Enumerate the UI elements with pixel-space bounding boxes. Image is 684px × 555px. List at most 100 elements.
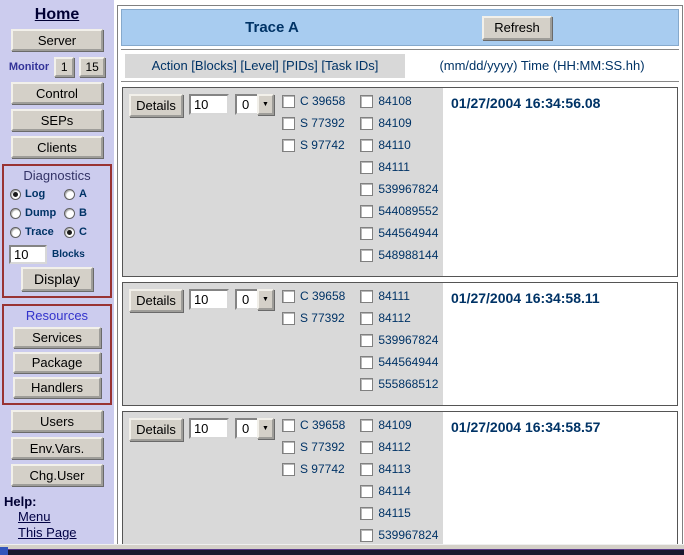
radio-icon[interactable] [10,227,21,238]
level-select[interactable]: 0 ▼ [235,418,274,439]
checkbox-item[interactable]: 84111 [360,160,443,174]
details-button[interactable]: Details [129,94,183,117]
blocks-count-input[interactable] [9,245,47,264]
home-link[interactable]: Home [35,6,79,24]
checkbox[interactable] [282,95,295,108]
help-link-menu[interactable]: Menu [18,509,114,525]
window-corner-glyph [0,547,8,555]
services-button[interactable]: Services [13,327,101,348]
checkbox[interactable] [282,139,295,152]
chg-user-button[interactable]: Chg.User [11,464,103,486]
checkbox-item[interactable]: 84111 [360,289,443,303]
checkbox-item[interactable]: 84109 [360,116,443,130]
checkbox-item[interactable]: 555868512 [360,377,443,391]
checkbox[interactable] [360,312,373,325]
checkbox[interactable] [360,419,373,432]
checkbox-item[interactable]: S 97742 [282,138,354,152]
checkbox[interactable] [360,507,373,520]
monitor-1-button[interactable]: 1 [54,57,74,77]
blocks-input[interactable] [189,418,229,439]
package-button[interactable]: Package [13,352,101,373]
control-button[interactable]: Control [11,82,103,104]
monitor-row: Monitor 1 15 [0,57,114,77]
checkbox[interactable] [360,183,373,196]
checkbox-item[interactable]: 539967824 [360,333,443,347]
blocks-input[interactable] [189,289,229,310]
checkbox[interactable] [360,529,373,542]
handlers-button[interactable]: Handlers [13,377,101,398]
level-select[interactable]: 0 ▼ [235,289,274,310]
checkbox[interactable] [360,161,373,174]
radio-icon[interactable] [64,189,75,200]
checkbox[interactable] [360,378,373,391]
server-button[interactable]: Server [11,29,103,51]
chevron-down-icon[interactable]: ▼ [257,94,274,115]
checkbox-item[interactable]: 84109 [360,418,443,432]
radio-icon[interactable] [10,189,21,200]
checkbox-item[interactable]: 544564944 [360,226,443,240]
checkbox-item[interactable]: S 77392 [282,440,354,454]
users-button[interactable]: Users [11,410,103,432]
checkbox-item[interactable]: S 97742 [282,462,354,476]
checkbox-item[interactable]: 84112 [360,311,443,325]
checkbox[interactable] [282,463,295,476]
checkbox-item[interactable]: C 39658 [282,94,354,108]
checkbox-item[interactable]: 539967824 [360,528,443,542]
checkbox[interactable] [360,249,373,262]
checkbox[interactable] [360,290,373,303]
checkbox-item[interactable]: 548988144 [360,248,443,262]
details-button[interactable]: Details [129,289,183,312]
checkbox[interactable] [360,356,373,369]
details-button[interactable]: Details [129,418,183,441]
help-link-this-page[interactable]: This Page [18,525,114,541]
checkbox[interactable] [360,441,373,454]
checkbox-item[interactable]: 84108 [360,94,443,108]
level-select[interactable]: 0 ▼ [235,94,274,115]
checkbox[interactable] [360,205,373,218]
radio-a[interactable]: A [64,188,104,200]
checkbox[interactable] [282,290,295,303]
checkbox-item[interactable]: 84110 [360,138,443,152]
header-bar: Trace A Refresh [121,9,679,46]
radio-icon[interactable] [10,208,21,219]
checkbox-item[interactable]: S 77392 [282,116,354,130]
checkbox[interactable] [360,227,373,240]
checkbox[interactable] [282,419,295,432]
radio-dump[interactable]: Dump [10,207,64,219]
checkbox[interactable] [282,117,295,130]
display-button[interactable]: Display [21,267,93,291]
refresh-button[interactable]: Refresh [482,16,552,40]
env-vars-button[interactable]: Env.Vars. [11,437,103,459]
clients-button[interactable]: Clients [11,136,103,158]
checkbox-item[interactable]: 84115 [360,506,443,520]
chevron-down-icon[interactable]: ▼ [257,289,274,310]
checkbox-item[interactable]: 544089552 [360,204,443,218]
checkbox[interactable] [360,463,373,476]
checkbox[interactable] [360,139,373,152]
monitor-label: Monitor [9,61,49,73]
checkbox[interactable] [282,441,295,454]
radio-icon[interactable] [64,208,75,219]
checkbox-item[interactable]: C 39658 [282,418,354,432]
radio-b[interactable]: B [64,207,104,219]
checkbox-item[interactable]: S 77392 [282,311,354,325]
checkbox[interactable] [360,334,373,347]
checkbox[interactable] [282,312,295,325]
checkbox-item[interactable]: 539967824 [360,182,443,196]
checkbox[interactable] [360,95,373,108]
checkbox-item[interactable]: 84114 [360,484,443,498]
checkbox[interactable] [360,485,373,498]
radio-icon[interactable] [64,227,75,238]
radio-c[interactable]: C [64,226,104,238]
blocks-input[interactable] [189,94,229,115]
seps-button[interactable]: SEPs [11,109,103,131]
checkbox[interactable] [360,117,373,130]
monitor-15-button[interactable]: 15 [79,57,105,77]
checkbox-item[interactable]: 84113 [360,462,443,476]
checkbox-item[interactable]: 544564944 [360,355,443,369]
radio-trace[interactable]: Trace [10,226,64,238]
checkbox-item[interactable]: C 39658 [282,289,354,303]
checkbox-item[interactable]: 84112 [360,440,443,454]
chevron-down-icon[interactable]: ▼ [257,418,274,439]
radio-log[interactable]: Log [10,188,64,200]
